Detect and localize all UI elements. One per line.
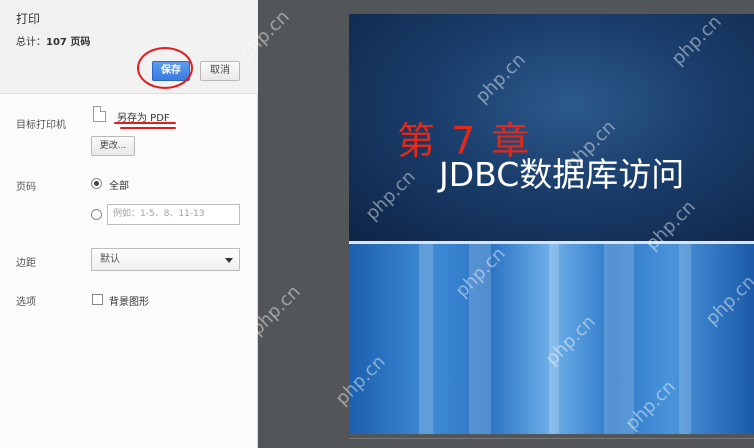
print-settings-panel: 打印 总计：107 页码 保存 取消 目标打印机 另存为 PDF 更改... 页…	[0, 0, 258, 448]
margins-select[interactable]: 默认	[91, 248, 240, 271]
light-streak	[679, 244, 691, 434]
background-graphics-checkbox[interactable]	[92, 294, 103, 305]
pages-custom-radio[interactable]	[91, 209, 102, 220]
margins-value: 默认	[100, 254, 120, 265]
light-streak	[604, 244, 634, 434]
chevron-down-icon	[225, 258, 233, 263]
light-streak	[419, 244, 433, 434]
red-annotation-underline	[114, 122, 176, 124]
pages-label: 页码	[16, 182, 36, 193]
total-count: 107 页码	[46, 37, 91, 48]
next-page-edge	[349, 438, 754, 448]
margins-label: 边距	[16, 258, 36, 269]
cancel-button[interactable]: 取消	[200, 61, 240, 81]
red-annotation-underline	[120, 127, 176, 129]
background-graphics-label: 背景图形	[109, 297, 149, 308]
pdf-document-icon	[93, 106, 106, 122]
pages-all-radio[interactable]	[91, 178, 102, 189]
preview-page: 第 7 章 JDBC数据库访问	[349, 14, 754, 434]
red-annotation-circle	[137, 47, 193, 89]
total-prefix: 总计：	[16, 37, 46, 48]
slide-title: JDBC数据库访问	[439, 155, 685, 194]
options-label: 选项	[16, 297, 36, 308]
destination-label: 目标打印机	[16, 120, 66, 131]
pages-range-input[interactable]: 例如：1-5、8、11-13	[107, 204, 240, 225]
pages-all-label: 全部	[109, 181, 129, 192]
total-pages: 总计：107 页码	[16, 33, 90, 48]
change-destination-button[interactable]: 更改...	[91, 136, 135, 156]
print-header: 打印 总计：107 页码 保存 取消	[0, 0, 258, 94]
print-title: 打印	[16, 12, 41, 26]
slide-photo-background	[349, 244, 754, 434]
